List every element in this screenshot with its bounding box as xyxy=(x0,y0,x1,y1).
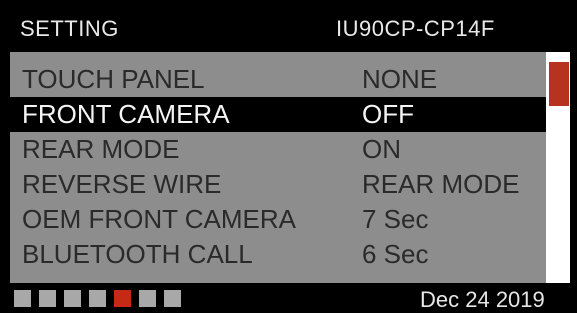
setting-label: REAR MODE xyxy=(22,134,180,164)
page-dot xyxy=(64,290,81,307)
footer-bar: Dec 24 2019 xyxy=(0,283,577,313)
page-dot xyxy=(139,290,156,307)
setting-value: 6 Sec xyxy=(362,239,429,269)
setting-label: REVERSE WIRE xyxy=(22,169,222,199)
settings-list: TOUCH PANEL NONE FRONT CAMERA OFF REAR M… xyxy=(10,52,546,283)
screen-title: SETTING xyxy=(20,16,119,41)
setting-value: OFF xyxy=(362,99,414,129)
setting-label: TOUCH PANEL xyxy=(22,64,205,94)
page-dot xyxy=(39,290,56,307)
setting-label: FRONT CAMERA xyxy=(22,99,230,129)
page-dot-active xyxy=(114,290,131,307)
page-dot xyxy=(89,290,106,307)
setting-row-rear-mode[interactable]: REAR MODE ON xyxy=(10,132,546,167)
setting-label: BLUETOOTH CALL xyxy=(22,239,253,269)
date-display: Dec 24 2019 xyxy=(420,287,545,312)
setting-value: ON xyxy=(362,134,401,164)
setting-label: OEM FRONT CAMERA xyxy=(22,204,296,234)
setting-row-reverse-wire[interactable]: REVERSE WIRE REAR MODE xyxy=(10,167,546,202)
scrollbar-track[interactable] xyxy=(546,52,570,283)
setting-row-touch-panel[interactable]: TOUCH PANEL NONE xyxy=(10,62,546,97)
page-dot xyxy=(164,290,181,307)
scrollbar-thumb[interactable] xyxy=(549,62,569,106)
model-number: IU90CP-CP14F xyxy=(336,16,495,41)
setting-value: REAR MODE xyxy=(362,169,520,199)
setting-value: NONE xyxy=(362,64,438,94)
setting-value: 7 Sec xyxy=(362,204,429,234)
page-dot xyxy=(14,290,31,307)
setting-row-oem-front-camera[interactable]: OEM FRONT CAMERA 7 Sec xyxy=(10,202,546,237)
setting-row-bluetooth-call[interactable]: BLUETOOTH CALL 6 Sec xyxy=(10,237,546,272)
setting-row-front-camera[interactable]: FRONT CAMERA OFF xyxy=(10,97,546,132)
header-bar: SETTING IU90CP-CP14F xyxy=(0,0,577,50)
